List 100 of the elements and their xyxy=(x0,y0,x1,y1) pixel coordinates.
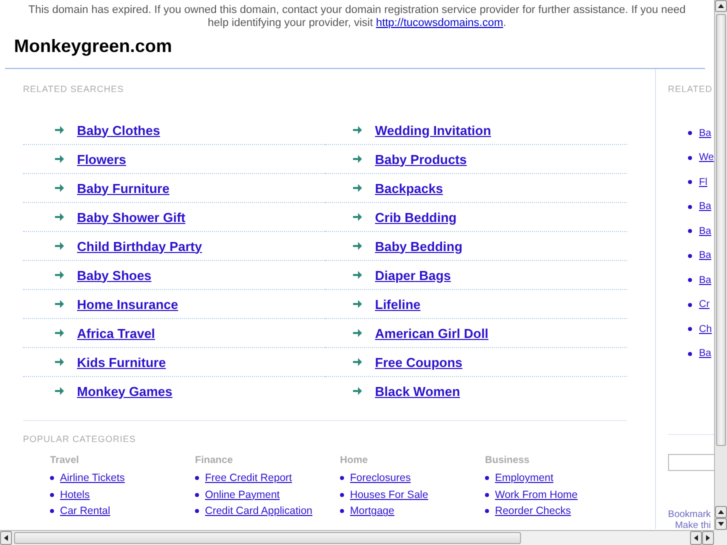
bullet-icon xyxy=(688,156,692,160)
down-arrow-icon xyxy=(718,521,724,527)
search-field[interactable] xyxy=(668,454,714,471)
bullet-icon xyxy=(340,492,344,497)
horizontal-scrollbar[interactable] xyxy=(0,530,714,545)
arrow-icon xyxy=(55,242,64,250)
search-link[interactable]: Backpacks xyxy=(375,180,443,196)
up-arrow-icon xyxy=(718,3,724,9)
arrow-icon xyxy=(353,387,362,395)
arrow-icon xyxy=(55,213,64,221)
bullet-icon xyxy=(688,327,692,332)
arrow-icon xyxy=(353,271,362,279)
bullet-icon xyxy=(195,492,199,497)
vertical-scrollbar[interactable] xyxy=(714,0,727,530)
arrow-icon xyxy=(353,213,362,221)
search-link[interactable]: Free Coupons xyxy=(375,354,462,370)
bullet-icon xyxy=(195,509,199,514)
related-link[interactable]: Ch xyxy=(699,324,712,335)
section-heading: RELATED xyxy=(668,84,714,95)
related-link[interactable]: Ba xyxy=(699,226,712,237)
related-link[interactable]: Ba xyxy=(699,348,712,360)
right-arrow-icon xyxy=(705,535,711,541)
section-heading: POPULAR CATEGORIES xyxy=(23,434,137,445)
search-link[interactable]: Crib Bedding xyxy=(375,210,457,224)
bookmark-link[interactable]: Bookmark xyxy=(668,509,711,520)
arrow-icon xyxy=(353,300,362,308)
related-link[interactable]: Ba xyxy=(699,274,712,286)
expired-notice: This domain has expired. If you owned this domain, contact your domain registration service provider for further assistance. If you need help identifying your provider, visit http://tucowsdomains.com. xyxy=(27,3,687,29)
category-link[interactable]: Free Credit Report xyxy=(205,472,292,484)
arrow-icon xyxy=(353,329,362,337)
category-link[interactable]: Car Rental xyxy=(60,505,110,518)
search-link[interactable]: Baby Clothes xyxy=(77,122,160,138)
bullet-icon xyxy=(195,476,199,480)
category-link[interactable]: Hotels xyxy=(60,488,90,501)
category-link[interactable]: Airline Tickets xyxy=(60,472,125,484)
related-link[interactable]: Fl xyxy=(699,176,708,188)
related-link[interactable]: Cr xyxy=(699,299,710,310)
bullet-icon xyxy=(688,204,692,209)
search-link[interactable]: Flowers xyxy=(77,152,126,166)
bullet-icon xyxy=(688,278,692,282)
related-link[interactable]: We xyxy=(699,152,714,164)
category-link[interactable]: Foreclosures xyxy=(350,472,411,484)
section-heading: RELATED SEARCHES xyxy=(23,84,125,95)
category-heading: Travel xyxy=(50,455,79,466)
category-link[interactable]: Credit Card Application xyxy=(205,505,312,518)
search-link[interactable]: Monkey Games xyxy=(77,384,172,398)
category-heading: Business xyxy=(485,455,530,466)
category-heading: Finance xyxy=(195,455,233,466)
arrow-icon xyxy=(55,387,64,395)
arrow-icon xyxy=(353,358,362,366)
tucows-link[interactable]: http://tucowsdomains.com xyxy=(376,16,504,28)
search-link[interactable]: Africa Travel xyxy=(77,326,156,340)
arrow-icon xyxy=(55,300,64,308)
related-link[interactable]: Ba xyxy=(699,250,712,262)
search-link[interactable]: Wedding Invitation xyxy=(375,122,492,138)
search-link[interactable]: Baby Products xyxy=(375,152,467,166)
bullet-icon xyxy=(688,131,692,136)
category-link[interactable]: Mortgage xyxy=(350,505,394,518)
arrow-icon xyxy=(353,155,362,163)
bullet-icon xyxy=(688,229,692,234)
bullet-icon xyxy=(485,509,489,514)
arrow-icon xyxy=(353,126,362,134)
up-arrow-icon xyxy=(718,509,724,515)
bullet-icon xyxy=(688,352,692,356)
bullet-icon xyxy=(688,180,692,184)
search-link[interactable]: Lifeline xyxy=(375,296,421,312)
related-link[interactable]: Ba xyxy=(699,128,712,139)
arrow-icon xyxy=(55,329,64,337)
search-link[interactable]: Black Women xyxy=(375,384,460,398)
search-link[interactable]: Home Insurance xyxy=(77,296,178,312)
bullet-icon xyxy=(688,302,692,307)
bullet-icon xyxy=(50,509,54,514)
bullet-icon xyxy=(340,509,344,514)
search-link[interactable]: Child Birthday Party xyxy=(77,238,202,254)
left-arrow-icon xyxy=(693,535,699,541)
category-heading: Home xyxy=(340,455,368,466)
arrow-icon xyxy=(55,358,64,366)
category-link[interactable]: Work From Home xyxy=(495,488,578,501)
category-link[interactable]: Online Payment xyxy=(205,488,280,501)
bullet-icon xyxy=(50,476,54,480)
bullet-icon xyxy=(50,492,54,497)
category-link[interactable]: Houses For Sale xyxy=(350,488,428,501)
homepage-link[interactable]: Make thi xyxy=(675,520,711,529)
related-link[interactable]: Ba xyxy=(699,201,712,212)
search-link[interactable]: Baby Furniture xyxy=(77,180,170,196)
arrow-icon xyxy=(55,271,64,279)
arrow-icon xyxy=(353,184,362,192)
bullet-icon xyxy=(485,492,489,497)
category-link[interactable]: Employment xyxy=(495,472,554,484)
arrow-icon xyxy=(353,242,362,250)
search-link[interactable]: Baby Shoes xyxy=(77,268,152,282)
search-link[interactable]: Kids Furniture xyxy=(77,354,166,370)
search-link[interactable]: Diaper Bags xyxy=(375,268,451,282)
search-link[interactable]: Baby Bedding xyxy=(375,238,462,254)
category-link[interactable]: Reorder Checks xyxy=(495,505,571,518)
scrollbar-corner xyxy=(714,530,727,545)
search-link[interactable]: Baby Shower Gift xyxy=(77,210,186,224)
left-arrow-icon xyxy=(3,535,9,541)
site-title: Monkeygreen.com xyxy=(13,35,174,58)
search-link[interactable]: American Girl Doll xyxy=(375,326,488,340)
